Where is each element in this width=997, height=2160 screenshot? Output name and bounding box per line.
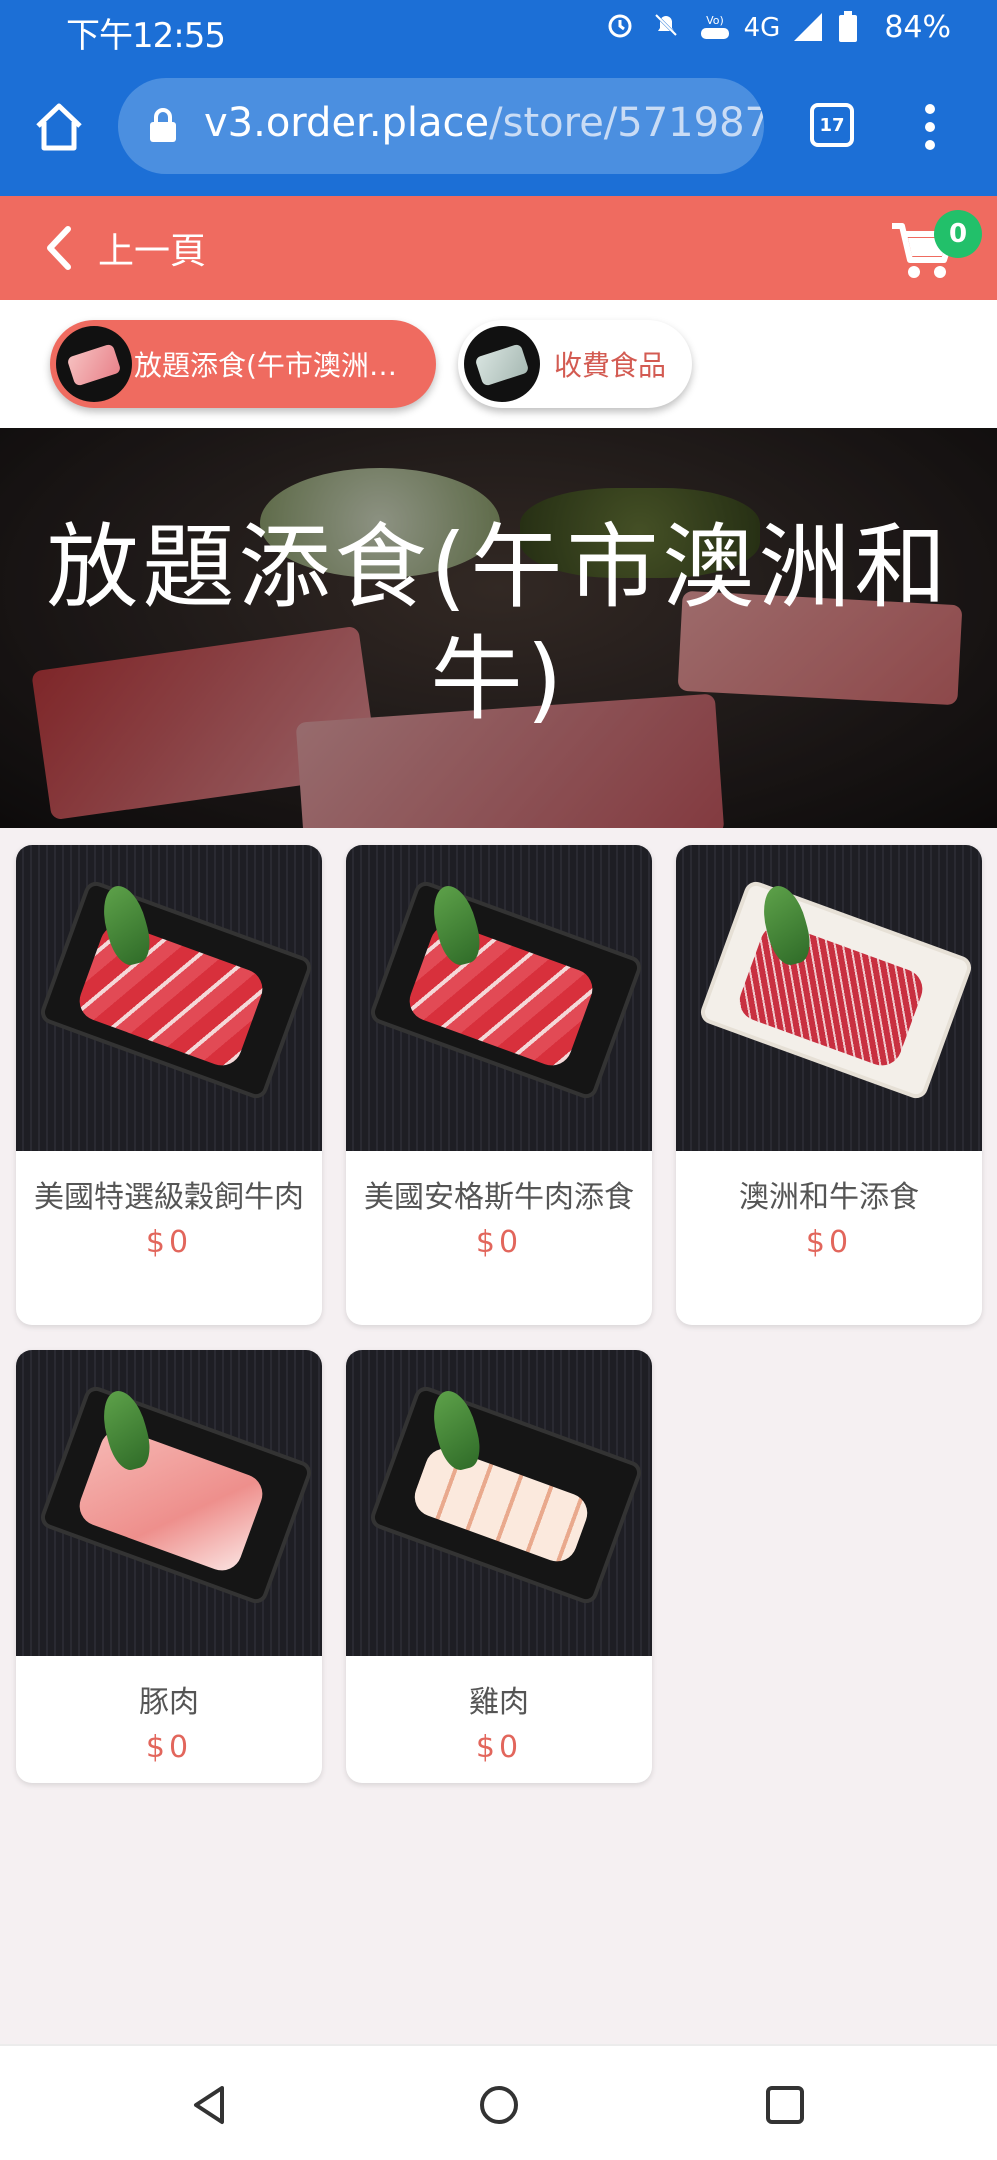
url-path: /store/5719873770 <box>489 100 764 146</box>
svg-text:Vo): Vo) <box>706 14 724 27</box>
url-host: v3.order.place <box>204 100 490 146</box>
url-text: v3.order.place/store/5719873770 <box>204 100 764 146</box>
category-chip-paid-items[interactable]: 收費食品 <box>458 320 692 408</box>
back-button[interactable]: 上一頁 <box>44 218 206 278</box>
status-icons: Vo) 4G 84% <box>606 10 951 45</box>
cart-count-badge: 0 <box>934 210 982 258</box>
menu-dot <box>925 140 935 150</box>
alarm-icon <box>606 11 640 45</box>
product-card[interactable]: 澳洲和牛添食 $0 <box>676 845 982 1325</box>
status-time: 下午12:55 <box>66 16 226 56</box>
product-image <box>16 845 322 1151</box>
product-name: 美國特選級穀飼牛肉 <box>34 1180 304 1215</box>
mute-bell-icon <box>652 11 686 45</box>
product-card[interactable]: 雞肉 $0 <box>346 1350 652 1783</box>
product-card[interactable]: 美國安格斯牛肉添食 $0 <box>346 845 652 1325</box>
nav-back-button[interactable] <box>186 2082 232 2128</box>
product-name: 雞肉 <box>469 1685 529 1720</box>
product-price: $0 <box>475 1730 523 1765</box>
category-thumbnail <box>464 326 540 402</box>
browser-menu-button[interactable] <box>918 98 942 156</box>
product-price: $0 <box>145 1225 193 1260</box>
signal-icon <box>792 11 826 45</box>
menu-dot <box>925 104 935 114</box>
lock-icon <box>150 108 176 142</box>
product-price: $0 <box>475 1225 523 1260</box>
category-chip-buffet-addon[interactable]: 放題添食(午市澳洲和牛) <box>50 320 436 408</box>
home-button[interactable] <box>30 98 88 156</box>
home-icon <box>36 103 82 151</box>
network-type: 4G <box>743 12 781 43</box>
product-image <box>346 1350 652 1656</box>
product-card[interactable]: 豚肉 $0 <box>16 1350 322 1783</box>
banner-title: 放題添食(午市澳洲和牛) <box>46 514 951 733</box>
battery-level: 84% <box>884 10 951 45</box>
tab-switcher-button[interactable]: 17 <box>810 103 854 147</box>
category-label: 放題添食(午市澳洲和牛) <box>134 349 424 382</box>
product-image <box>676 845 982 1151</box>
category-banner: 放題添食(午市澳洲和牛) <box>0 428 997 828</box>
chevron-left-icon <box>47 226 71 270</box>
category-tabs: 放題添食(午市澳洲和牛) 收費食品 <box>0 300 997 428</box>
back-label: 上一頁 <box>98 231 207 272</box>
product-image <box>346 845 652 1151</box>
menu-dot <box>925 122 935 132</box>
app-header: 上一頁 <box>0 196 997 300</box>
product-price: $0 <box>145 1730 193 1765</box>
address-bar[interactable]: v3.order.place/store/5719873770 <box>118 78 764 174</box>
category-thumbnail <box>56 326 132 402</box>
product-price: $0 <box>805 1225 853 1260</box>
volte-icon: Vo) <box>698 11 732 45</box>
status-bar: 下午12:55 Vo) 4G 84% <box>0 0 997 58</box>
product-name: 豚肉 <box>139 1685 199 1720</box>
system-nav-bar <box>0 2044 997 2160</box>
nav-recents-button[interactable] <box>762 2082 808 2128</box>
product-name: 美國安格斯牛肉添食 <box>364 1180 634 1215</box>
product-card[interactable]: 美國特選級穀飼牛肉 $0 <box>16 845 322 1325</box>
battery-icon <box>838 10 872 45</box>
triangle-back-icon <box>194 2086 224 2124</box>
square-recents-icon <box>766 2086 804 2124</box>
circle-home-icon <box>480 2086 518 2124</box>
product-image <box>16 1350 322 1656</box>
nav-home-button[interactable] <box>476 2082 522 2128</box>
category-label: 收費食品 <box>554 349 667 382</box>
browser-toolbar: v3.order.place/store/5719873770 17 <box>0 58 997 196</box>
